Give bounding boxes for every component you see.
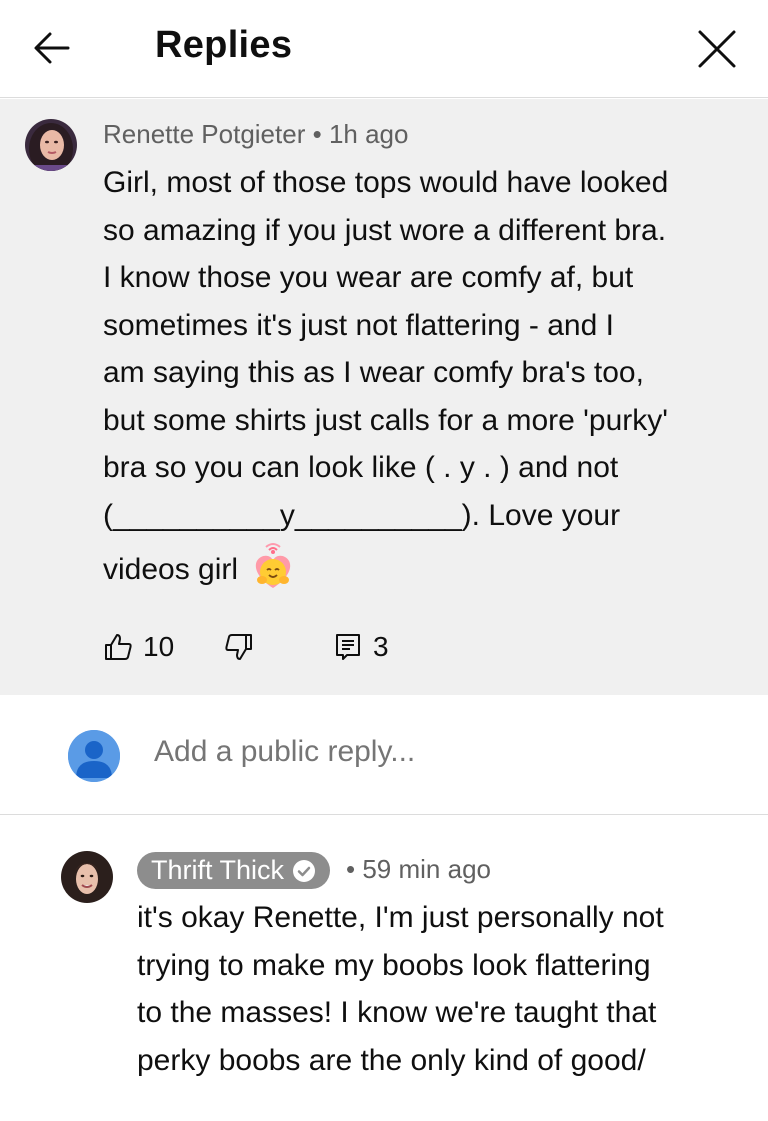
thumbs-up-icon[interactable] — [103, 632, 133, 662]
comment-line: but some shirts just calls for a more 'p… — [103, 403, 668, 437]
comment-meta: Renette Potgieter • 1h ago — [103, 119, 408, 150]
reply-count: 3 — [373, 631, 389, 662]
like-count: 10 — [143, 631, 175, 662]
reply-comment-icon[interactable] — [333, 632, 363, 662]
comment-line: so amazing if you just wore a different … — [103, 213, 667, 247]
meta-separator: • — [312, 119, 322, 149]
comment-line: I know those you wear are comfy af, but — [103, 261, 634, 294]
meta-separator: • — [346, 854, 356, 884]
like-button[interactable]: 10 — [103, 627, 174, 667]
reply-line: to the masses! I know we're taught that — [137, 996, 657, 1029]
reply-button[interactable]: 3 — [333, 627, 389, 667]
reply-text: it's okay Renette, I'm just personally n… — [137, 894, 747, 1084]
close-icon[interactable] — [694, 26, 740, 72]
comment-text: Girl, most of those tops would have look… — [103, 159, 743, 601]
comment-line: am saying this as I wear comfy bra's too… — [103, 356, 644, 389]
verified-check-icon — [293, 859, 316, 882]
comment-line-last: videos girl — [103, 539, 743, 601]
reply-line: trying to make my boobs look flattering — [137, 948, 651, 982]
add-reply-bar — [0, 695, 768, 815]
comment-line: Girl, most of those tops would have look… — [103, 166, 669, 199]
page-title: Replies — [155, 24, 293, 66]
thumbs-down-icon[interactable] — [224, 632, 254, 662]
comment-line: videos girl — [103, 553, 239, 586]
header-bar: Replies — [0, 0, 768, 98]
arrow-left-icon[interactable] — [30, 26, 74, 70]
reply-meta: • 59 min ago — [346, 854, 491, 885]
smiling-face-with-hearts-icon — [248, 542, 298, 592]
reply-author[interactable]: Thrift Thick — [151, 855, 284, 886]
reply-line: it's okay Renette, I'm just personally n… — [137, 901, 664, 934]
comment-line: (__________y__________). Love your — [103, 498, 621, 532]
dislike-button[interactable] — [224, 627, 254, 667]
avatar[interactable] — [25, 119, 77, 171]
reply-comment: Thrift Thick • 59 min ago it's okay Rene… — [0, 816, 768, 1121]
comment-author[interactable]: Renette Potgieter — [103, 119, 305, 149]
comment-line: sometimes it's just not flattering - and… — [103, 308, 614, 342]
comment-time: 1h ago — [328, 119, 409, 149]
avatar[interactable] — [61, 851, 113, 903]
parent-comment: Renette Potgieter • 1h ago Girl, most of… — [0, 99, 768, 695]
reply-line: perky boobs are the only kind of good/ — [137, 1043, 646, 1077]
user-avatar-icon — [68, 730, 120, 782]
author-badge[interactable]: Thrift Thick — [137, 852, 331, 889]
reply-time: 59 min ago — [362, 854, 491, 884]
comment-line: bra so you can look like ( . y . ) and n… — [103, 451, 619, 484]
reply-input[interactable] — [154, 735, 734, 769]
